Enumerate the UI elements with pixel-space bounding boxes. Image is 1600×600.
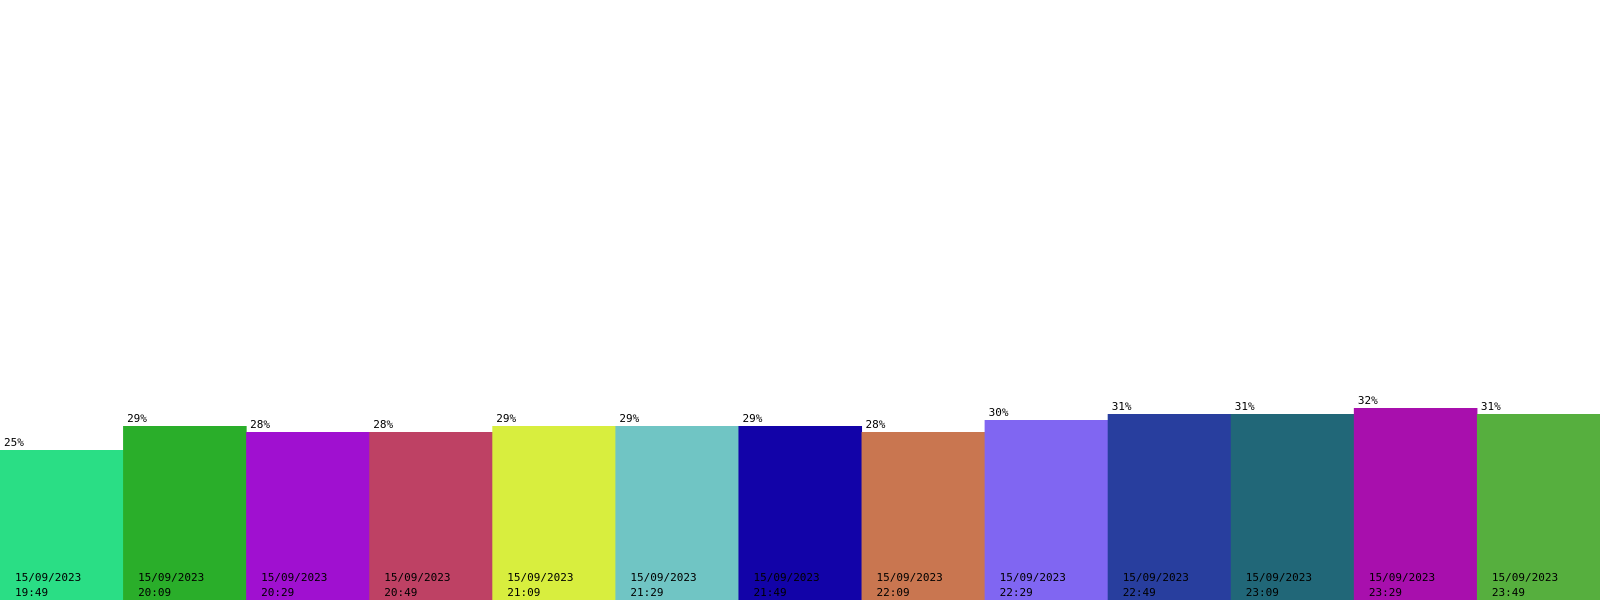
bar-value-label: 29% <box>619 412 639 425</box>
category-time-label: 19:49 <box>15 586 48 599</box>
category-time-label: 22:09 <box>877 586 910 599</box>
category-date-label: 15/09/2023 <box>1123 571 1189 584</box>
category-time-label: 21:09 <box>507 586 540 599</box>
bar-value-label: 31% <box>1112 400 1132 413</box>
category-date-label: 15/09/2023 <box>384 571 450 584</box>
bar-value-label: 30% <box>989 406 1009 419</box>
bar-value-label: 28% <box>373 418 393 431</box>
bar-value-label: 31% <box>1481 400 1501 413</box>
category-time-label: 21:29 <box>630 586 663 599</box>
category-date-label: 15/09/2023 <box>507 571 573 584</box>
category-time-label: 22:49 <box>1123 586 1156 599</box>
category-date-label: 15/09/2023 <box>1492 571 1558 584</box>
category-time-label: 20:49 <box>384 586 417 599</box>
bar-value-label: 32% <box>1358 394 1378 407</box>
category-date-label: 15/09/2023 <box>753 571 819 584</box>
category-date-label: 15/09/2023 <box>1000 571 1066 584</box>
category-time-label: 23:09 <box>1246 586 1279 599</box>
bar-value-label: 28% <box>250 418 270 431</box>
category-time-label: 22:29 <box>1000 586 1033 599</box>
category-date-label: 15/09/2023 <box>630 571 696 584</box>
category-time-label: 23:49 <box>1492 586 1525 599</box>
category-date-label: 15/09/2023 <box>1369 571 1435 584</box>
category-date-label: 15/09/2023 <box>138 571 204 584</box>
category-time-label: 20:09 <box>138 586 171 599</box>
category-date-label: 15/09/2023 <box>15 571 81 584</box>
category-date-label: 15/09/2023 <box>877 571 943 584</box>
bar-value-label: 25% <box>4 436 24 449</box>
category-time-label: 23:29 <box>1369 586 1402 599</box>
category-time-label: 21:49 <box>753 586 786 599</box>
bar-value-label: 29% <box>742 412 762 425</box>
bar-value-label: 29% <box>127 412 147 425</box>
category-date-label: 15/09/2023 <box>1246 571 1312 584</box>
category-date-label: 15/09/2023 <box>261 571 327 584</box>
category-time-label: 20:29 <box>261 586 294 599</box>
bar-value-label: 31% <box>1235 400 1255 413</box>
bar-value-label: 29% <box>496 412 516 425</box>
bar-chart: 25% 15/09/2023 19:49 29% 15/09/2023 20:09 28% 1… <box>0 394 1600 600</box>
bar-value-label: 28% <box>866 418 886 431</box>
